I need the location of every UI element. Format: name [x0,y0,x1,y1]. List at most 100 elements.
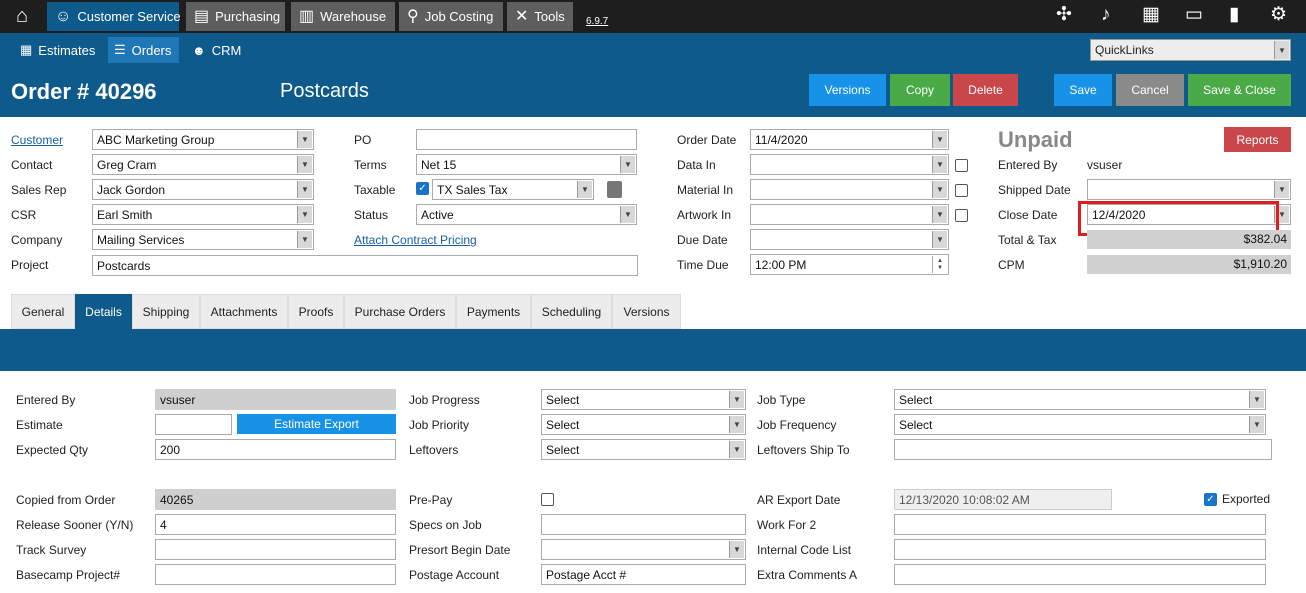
tab-proofs[interactable]: Proofs [288,294,344,329]
contact-select[interactable]: Greg Cram ▼ [92,154,314,175]
estimate-input[interactable] [155,414,232,435]
orderdate-select[interactable]: 11/4/2020 ▼ [750,129,949,150]
delete-button[interactable]: Delete [953,74,1018,106]
postage-input[interactable]: Postage Acct # [541,564,746,585]
artworkin-checkbox[interactable] [955,209,968,222]
internal-input[interactable] [894,539,1266,560]
cpm-label: CPM [998,258,1025,272]
track-input[interactable] [155,539,396,560]
subnav-orders[interactable]: ☰ Orders [108,37,179,63]
artworkin-select[interactable]: ▼ [750,204,949,225]
gear-icon[interactable]: ⚙ [1270,5,1287,24]
customer-link[interactable]: Customer [11,133,63,147]
prepay-checkbox[interactable] [541,493,554,506]
estimate-export-button[interactable]: Estimate Export [237,414,396,434]
chevron-down-icon: ▼ [297,156,312,173]
headset-icon: ☺ [55,7,72,25]
jobfreq-select[interactable]: Select ▼ [894,414,1266,435]
arexport-field: 12/13/2020 10:08:02 AM [894,489,1112,510]
version-link[interactable]: 6.9.7 [586,16,608,27]
spinner-icon[interactable]: ▲ ▼ [932,256,947,273]
sub-nav: ▦ Estimates ☰ Orders ☻ CRM QuickLinks ▼ [0,33,1306,67]
nav-customer-service[interactable]: ☺ Customer Service [47,2,181,31]
workfor-input[interactable] [894,514,1266,535]
document-icon[interactable]: ▮ [1229,5,1239,24]
leftship-input[interactable] [894,439,1272,460]
calculator-icon[interactable] [607,181,622,198]
terms-label: Terms [354,158,387,172]
csr-select[interactable]: Earl Smith ▼ [92,204,314,225]
duedate-select[interactable]: ▼ [750,229,949,250]
materialin-label: Material In [677,183,734,197]
presort-label: Presort Begin Date [409,543,511,557]
basecamp-input[interactable] [155,564,396,585]
tab-scheduling[interactable]: Scheduling [531,294,612,329]
estimate-label: Estimate [16,418,63,432]
tab-purchase-orders[interactable]: Purchase Orders [344,294,456,329]
company-label: Company [11,233,63,247]
quicklinks-select[interactable]: QuickLinks ▼ [1090,39,1291,61]
network-icon[interactable]: ✣ [1056,5,1072,24]
chevron-down-icon: ▼ [297,231,312,248]
customer-select[interactable]: ABC Marketing Group ▼ [92,129,314,150]
jobprogress-select[interactable]: Select ▼ [541,389,746,410]
tax-select[interactable]: TX Sales Tax ▼ [432,179,594,200]
reports-button[interactable]: Reports [1224,127,1291,152]
leftovers-select[interactable]: Select ▼ [541,439,746,460]
timedue-spinner[interactable]: 12:00 PM ▲ ▼ [750,254,949,275]
release-input[interactable]: 4 [155,514,396,535]
tab-general[interactable]: General [11,294,75,329]
subnav-estimates[interactable]: ▦ Estimates [14,37,106,63]
project-input[interactable]: Postcards [92,255,638,276]
po-input[interactable] [416,129,637,150]
chevron-down-icon: ▼ [1274,181,1289,198]
bell-icon[interactable]: ♪ [1101,5,1111,24]
tab-payments[interactable]: Payments [456,294,531,329]
taxable-checkbox[interactable]: ✓ [416,182,429,195]
status-select[interactable]: Active ▼ [416,204,637,225]
copy-button[interactable]: Copy [890,74,950,106]
leftship-label: Leftovers Ship To [757,443,850,457]
specs-input[interactable] [541,514,746,535]
extra-input[interactable] [894,564,1266,585]
tab-details[interactable]: Details [75,294,132,329]
jobpriority-select[interactable]: Select ▼ [541,414,746,435]
internal-label: Internal Code List [757,543,852,557]
terms-select[interactable]: Net 15 ▼ [416,154,637,175]
nav-job-costing[interactable]: ⚲ Job Costing [399,2,503,31]
salesrep-select[interactable]: Jack Gordon ▼ [92,179,314,200]
chevron-down-icon: ▼ [932,131,947,148]
monitor-icon[interactable]: ▭ [1185,5,1203,24]
company-select[interactable]: Mailing Services ▼ [92,229,314,250]
versions-button[interactable]: Versions [809,74,886,106]
attach-contract-link[interactable]: Attach Contract Pricing [354,233,477,247]
chevron-down-icon: ▼ [729,541,744,558]
materialin-checkbox[interactable] [955,184,968,197]
materialin-select[interactable]: ▼ [750,179,949,200]
shipped-select[interactable]: ▼ [1087,179,1291,200]
tab-attachments[interactable]: Attachments [200,294,288,329]
chevron-down-icon: ▼ [932,156,947,173]
datain-select[interactable]: ▼ [750,154,949,175]
taxable-label: Taxable [354,183,396,197]
subnav-crm[interactable]: ☻ CRM [186,37,256,63]
expqty-input[interactable]: 200 [155,439,396,460]
chevron-down-icon: ▼ [1249,391,1264,408]
save-button[interactable]: Save [1054,74,1112,106]
save-close-button[interactable]: Save & Close [1188,74,1291,106]
nav-warehouse[interactable]: ▥ Warehouse [291,2,395,31]
presort-select[interactable]: ▼ [541,539,746,560]
nav-purchasing[interactable]: ▤ Purchasing [186,2,285,31]
tab-shipping[interactable]: Shipping [132,294,200,329]
jobtype-select[interactable]: Select ▼ [894,389,1266,410]
tab-versions[interactable]: Versions [612,294,681,329]
csr-label: CSR [11,208,37,222]
list-icon: ☰ [114,42,126,57]
datain-checkbox[interactable] [955,159,968,172]
cancel-button[interactable]: Cancel [1116,74,1184,106]
home-icon[interactable]: ⌂ [16,5,28,28]
exported-checkbox[interactable]: ✓ [1204,493,1217,506]
nav-tools[interactable]: ✕ Tools [507,2,573,31]
chevron-down-icon: ▼ [729,441,744,458]
calendar-icon[interactable]: ▦ [1142,5,1160,24]
